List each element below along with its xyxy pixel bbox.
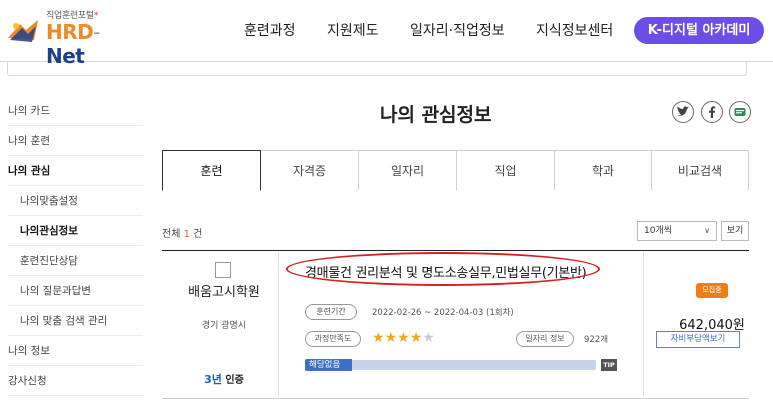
tip-button[interactable]: TIP bbox=[601, 359, 617, 371]
category-tabs: 훈련 자격증 일자리 직업 학과 비교검색 bbox=[162, 150, 749, 191]
sidebar-item-search-manage[interactable]: 나의 맞춤 검색 관리 bbox=[8, 306, 143, 336]
row-divider bbox=[643, 252, 644, 396]
hrd-net-logo[interactable]: 직업훈련포털* HRD-Net bbox=[6, 8, 136, 68]
nav-jobs-career-info[interactable]: 일자리·직업정보 bbox=[410, 20, 505, 42]
sidebar-item-instructor-apply[interactable]: 강사신청 bbox=[8, 366, 143, 396]
star-filled-icon: ★ bbox=[384, 330, 398, 346]
sidebar-item-interest-info[interactable]: 나의관심정보 bbox=[8, 216, 143, 246]
twitter-icon[interactable] bbox=[672, 101, 694, 123]
logo-mark-icon bbox=[8, 20, 38, 42]
satisfaction-label: 과정만족도 bbox=[305, 331, 361, 347]
tab-certificates[interactable]: 자격증 bbox=[261, 150, 359, 190]
header-submenu-band bbox=[7, 62, 747, 76]
tab-jobs[interactable]: 일자리 bbox=[359, 150, 457, 190]
tab-occupations[interactable]: 직업 bbox=[457, 150, 555, 190]
nav-training-courses[interactable]: 훈련과정 bbox=[244, 20, 296, 42]
sidebar-item-training-consult[interactable]: 훈련진단상담 bbox=[8, 246, 143, 276]
message-icon[interactable] bbox=[729, 101, 751, 123]
list-bottom-border bbox=[162, 398, 749, 399]
institution-name[interactable]: 배움고시학원 bbox=[180, 285, 268, 300]
per-page-select[interactable]: 10개씩 ∨ bbox=[637, 221, 717, 241]
star-filled-icon: ★ bbox=[372, 330, 385, 346]
star-empty-icon: ★ bbox=[422, 330, 435, 346]
institution-location: 경기 광명시 bbox=[201, 321, 247, 331]
k-digital-academy-button[interactable]: K-디지털 아카데미 bbox=[634, 17, 764, 44]
job-info-button[interactable]: 일자리 정보 bbox=[516, 331, 574, 347]
nav-support-programs[interactable]: 지원제도 bbox=[327, 20, 379, 42]
view-button[interactable]: 보기 bbox=[721, 221, 749, 241]
list-top-border bbox=[162, 250, 749, 251]
chevron-down-icon: ∨ bbox=[704, 226, 710, 235]
sidebar-item-my-info[interactable]: 나의 정보 bbox=[8, 336, 143, 366]
star-filled-icon: ★ bbox=[397, 330, 410, 346]
satisfaction-rating: ★★★★★ bbox=[372, 330, 435, 346]
certification-badge: 3년 인증 bbox=[204, 373, 244, 386]
sidebar-item-my-qna[interactable]: 나의 질문과답변 bbox=[8, 276, 143, 306]
star-filled-icon: ★ bbox=[409, 330, 423, 346]
nav-knowledge-center[interactable]: 지식정보센터 bbox=[536, 20, 613, 42]
tab-compare-search[interactable]: 비교검색 bbox=[652, 150, 749, 190]
status-badge: 모집중 bbox=[696, 283, 728, 298]
job-info-count: 922개 bbox=[584, 335, 609, 345]
progress-bar-fill: 해당없음 bbox=[305, 359, 352, 371]
logo-wordmark: HRD-Net bbox=[46, 20, 100, 68]
total-count: 전체 1 건 bbox=[162, 229, 203, 240]
self-pay-button[interactable]: 자비부담액보기 bbox=[656, 331, 740, 348]
facebook-icon[interactable] bbox=[701, 101, 723, 123]
sidebar-item-my-training[interactable]: 나의 훈련 bbox=[8, 126, 143, 156]
tab-majors[interactable]: 학과 bbox=[555, 150, 652, 190]
page-title: 나의 관심정보 bbox=[380, 104, 492, 126]
course-select-checkbox[interactable] bbox=[215, 262, 231, 278]
sidebar-item-my-card[interactable]: 나의 카드 bbox=[8, 96, 143, 126]
highlight-annotation bbox=[286, 252, 600, 286]
site-header: 직업훈련포털* HRD-Net 훈련과정 지원제도 일자리·직업정보 지식정보센… bbox=[0, 0, 773, 68]
training-period: 2022-02-26 ~ 2022-04-03 (1회차) bbox=[372, 308, 514, 318]
tab-training[interactable]: 훈련 bbox=[162, 150, 261, 191]
row-divider bbox=[278, 252, 279, 396]
sidebar-item-custom-settings[interactable]: 나의맞춤설정 bbox=[8, 186, 143, 216]
sidebar-item-my-interest[interactable]: 나의 관심 bbox=[8, 156, 143, 186]
training-period-label: 훈련기간 bbox=[305, 304, 357, 320]
